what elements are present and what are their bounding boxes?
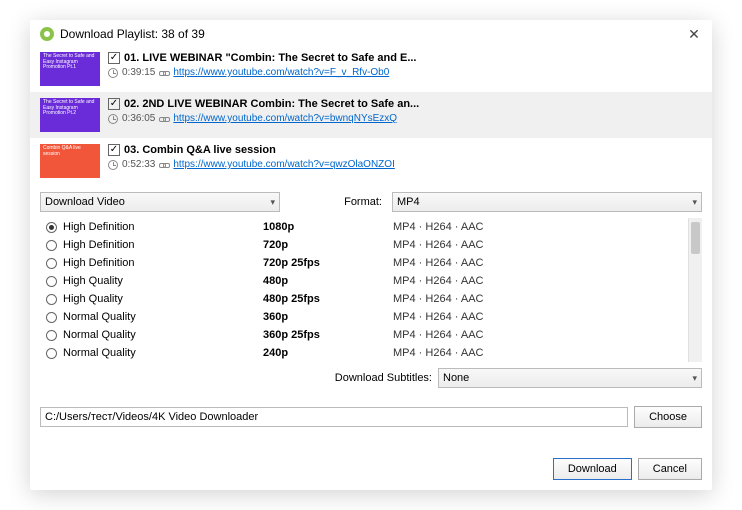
radio-icon[interactable] [46, 240, 57, 251]
quality-name: High Quality [63, 293, 263, 305]
video-title: 01. LIVE WEBINAR "Combin: The Secret to … [124, 52, 416, 64]
quality-resolution: 360p [263, 311, 393, 323]
playlist-item[interactable]: Combin Q&A live session ✓ 03. Combin Q&A l… [30, 138, 712, 184]
subtitles-select[interactable]: None ▾ [438, 368, 702, 388]
scrollbar-thumb[interactable] [691, 222, 700, 254]
quality-list: High Definition1080pMP4 · H264 · AACHigh… [40, 218, 688, 362]
playlist-item[interactable]: The Secret to Safe and Easy Instagram Pr… [30, 46, 712, 92]
quality-name: Normal Quality [63, 311, 263, 323]
quality-codec: MP4 · H264 · AAC [393, 329, 688, 341]
quality-option[interactable]: Normal Quality360pMP4 · H264 · AAC [40, 308, 688, 326]
clock-icon [108, 160, 118, 170]
checkbox-icon[interactable]: ✓ [108, 98, 120, 110]
link-icon [159, 114, 169, 124]
quality-option[interactable]: High Quality480p 25fpsMP4 · H264 · AAC [40, 290, 688, 308]
output-path-input[interactable] [40, 407, 628, 427]
quality-name: High Definition [63, 221, 263, 233]
quality-resolution: 480p [263, 275, 393, 287]
radio-icon[interactable] [46, 312, 57, 323]
video-duration: 0:39:15 [122, 67, 155, 78]
quality-resolution: 360p 25fps [263, 329, 393, 341]
format-label: Format: [286, 196, 386, 208]
video-url[interactable]: https://www.youtube.com/watch?v=F_v_Rfv-… [173, 67, 389, 78]
radio-icon[interactable] [46, 294, 57, 305]
chevron-down-icon: ▾ [270, 197, 275, 208]
quality-option[interactable]: High Definition720pMP4 · H264 · AAC [40, 236, 688, 254]
quality-resolution: 1080p [263, 221, 393, 233]
link-icon [159, 68, 169, 78]
radio-icon[interactable] [46, 222, 57, 233]
quality-codec: MP4 · H264 · AAC [393, 221, 688, 233]
playlist-item-body: ✓ 03. Combin Q&A live session 0:52:33 https… [108, 144, 702, 170]
radio-icon[interactable] [46, 258, 57, 269]
dialog-footer: Download Cancel [30, 454, 712, 490]
quality-resolution: 720p 25fps [263, 257, 393, 269]
playlist-item-body: ✓ 02. 2ND LIVE WEBINAR Combin: The Secret… [108, 98, 702, 124]
quality-codec: MP4 · H264 · AAC [393, 239, 688, 251]
clock-icon [108, 68, 118, 78]
quality-name: High Definition [63, 257, 263, 269]
link-icon [159, 160, 169, 170]
quality-resolution: 240p [263, 347, 393, 359]
quality-panel: High Definition1080pMP4 · H264 · AACHigh… [40, 218, 702, 362]
playlist-item-body: ✓ 01. LIVE WEBINAR "Combin: The Secret to… [108, 52, 702, 78]
radio-icon[interactable] [46, 330, 57, 341]
app-icon [40, 27, 54, 41]
radio-icon[interactable] [46, 276, 57, 287]
video-thumbnail: Combin Q&A live session [40, 144, 100, 178]
scrollbar[interactable] [688, 218, 702, 362]
quality-codec: MP4 · H264 · AAC [393, 275, 688, 287]
quality-codec: MP4 · H264 · AAC [393, 347, 688, 359]
quality-name: Normal Quality [63, 347, 263, 359]
video-url[interactable]: https://www.youtube.com/watch?v=bwnqNYsE… [173, 113, 397, 124]
download-playlist-dialog: Download Playlist: 38 of 39 ✕ The Secret… [30, 20, 712, 490]
quality-codec: MP4 · H264 · AAC [393, 293, 688, 305]
quality-name: Normal Quality [63, 329, 263, 341]
subtitles-select-value: None [443, 372, 469, 384]
video-thumbnail: The Secret to Safe and Easy Instagram Pr… [40, 98, 100, 132]
video-url[interactable]: https://www.youtube.com/watch?v=qwzOlaON… [173, 159, 394, 170]
playlist-list: The Secret to Safe and Easy Instagram Pr… [30, 46, 712, 184]
clock-icon [108, 114, 118, 124]
playlist-item[interactable]: The Secret to Safe and Easy Instagram Pr… [30, 92, 712, 138]
quality-codec: MP4 · H264 · AAC [393, 311, 688, 323]
video-title: 03. Combin Q&A live session [124, 144, 276, 156]
checkbox-icon[interactable]: ✓ [108, 52, 120, 64]
close-icon[interactable]: ✕ [686, 26, 702, 42]
video-duration: 0:36:05 [122, 113, 155, 124]
quality-option[interactable]: Normal Quality240pMP4 · H264 · AAC [40, 344, 688, 362]
format-select[interactable]: MP4 ▾ [392, 192, 702, 212]
subtitles-label: Download Subtitles: [40, 372, 432, 384]
radio-icon[interactable] [46, 348, 57, 359]
video-duration: 0:52:33 [122, 159, 155, 170]
choose-button[interactable]: Choose [634, 406, 702, 428]
checkbox-icon[interactable]: ✓ [108, 144, 120, 156]
chevron-down-icon: ▾ [692, 197, 697, 208]
video-thumbnail: The Secret to Safe and Easy Instagram Pr… [40, 52, 100, 86]
controls-panel: Download Video ▾ Format: MP4 ▾ High Defi… [30, 184, 712, 454]
quality-codec: MP4 · H264 · AAC [393, 257, 688, 269]
cancel-button[interactable]: Cancel [638, 458, 702, 480]
action-select-value: Download Video [45, 196, 125, 208]
download-button[interactable]: Download [553, 458, 632, 480]
chevron-down-icon: ▾ [692, 373, 697, 384]
quality-resolution: 720p [263, 239, 393, 251]
action-select[interactable]: Download Video ▾ [40, 192, 280, 212]
quality-option[interactable]: High Definition1080pMP4 · H264 · AAC [40, 218, 688, 236]
quality-name: High Definition [63, 239, 263, 251]
format-select-value: MP4 [397, 196, 420, 208]
video-title: 02. 2ND LIVE WEBINAR Combin: The Secret … [124, 98, 419, 110]
quality-option[interactable]: High Quality480pMP4 · H264 · AAC [40, 272, 688, 290]
window-title: Download Playlist: 38 of 39 [60, 27, 205, 41]
titlebar: Download Playlist: 38 of 39 ✕ [30, 20, 712, 46]
quality-option[interactable]: Normal Quality360p 25fpsMP4 · H264 · AAC [40, 326, 688, 344]
quality-name: High Quality [63, 275, 263, 287]
quality-option[interactable]: High Definition720p 25fpsMP4 · H264 · AA… [40, 254, 688, 272]
quality-resolution: 480p 25fps [263, 293, 393, 305]
